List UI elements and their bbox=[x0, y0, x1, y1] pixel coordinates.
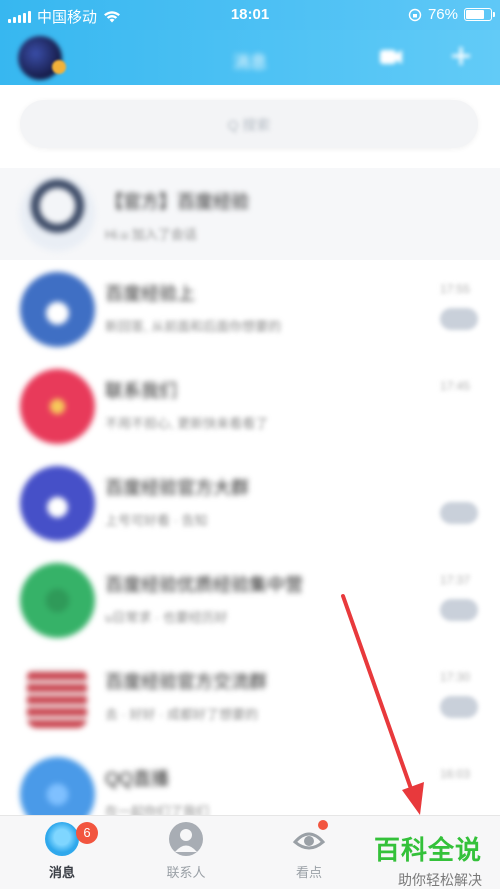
battery-icon bbox=[464, 8, 495, 21]
conversation-avatar bbox=[27, 668, 87, 728]
conversation-badge bbox=[440, 599, 478, 621]
messages-icon bbox=[45, 822, 79, 856]
plus-icon[interactable] bbox=[448, 44, 474, 68]
kandian-icon bbox=[292, 820, 328, 856]
video-icon[interactable] bbox=[378, 44, 404, 68]
conversation-title: 百度经验上 bbox=[105, 284, 195, 304]
watermark: 百科全说 助你轻松解决 bbox=[374, 830, 482, 889]
conversation-row[interactable]: 百度经验上 新回答, 从前面和后面你想要的 17:55 bbox=[0, 260, 500, 357]
conversation-title: 【官方】百度经验 bbox=[105, 192, 249, 212]
page-title: 消息 bbox=[233, 53, 267, 72]
conversation-time: 17:55 bbox=[439, 282, 470, 296]
search-bar[interactable]: Q 搜索 bbox=[20, 100, 478, 148]
person-icon bbox=[175, 829, 197, 852]
battery-percent: 76% bbox=[427, 6, 458, 23]
watermark-title: 百科全说 bbox=[373, 835, 482, 865]
conversation-badge bbox=[440, 502, 478, 524]
conversation-preview: u日常求 · 也要经历好 bbox=[105, 610, 228, 625]
contacts-icon bbox=[169, 822, 203, 856]
conversation-avatar bbox=[20, 176, 95, 251]
conversation-avatar bbox=[20, 563, 95, 638]
conversation-time: 17:45 bbox=[439, 379, 470, 393]
conversation-avatar bbox=[20, 369, 95, 444]
conversation-title: 百度经验优质经验集中营 bbox=[105, 575, 303, 595]
conversation-preview: Hi.u 加入了会话 bbox=[105, 227, 197, 242]
conversation-title: 联系我们 bbox=[105, 381, 177, 401]
conversation-row[interactable]: 百度经验官方交流群 去 · 好好 · 成都好了想要的 17:30 bbox=[0, 648, 500, 745]
conversation-title: QQ直播 bbox=[105, 769, 170, 789]
conversation-row[interactable]: 百度经验官方大群 上号可好看 · 告知 bbox=[0, 454, 500, 551]
conversation-row[interactable]: 百度经验优质经验集中营 u日常求 · 也要经历好 17:37 bbox=[0, 551, 500, 648]
battery-level bbox=[466, 10, 485, 19]
tab-label: 消息 bbox=[48, 865, 75, 880]
conversation-avatar bbox=[20, 466, 95, 541]
conversation-avatar bbox=[20, 272, 95, 347]
app-header: 消息 bbox=[0, 30, 500, 85]
new-content-dot bbox=[318, 820, 328, 830]
tab-label: 联系人 bbox=[166, 865, 206, 880]
tab-contacts[interactable]: 联系人 bbox=[136, 822, 236, 881]
conversation-preview: 新回答, 从前面和后面你想要的 bbox=[105, 319, 282, 334]
orientation-lock-icon bbox=[408, 8, 422, 21]
conversation-preview: 去 · 好好 · 成都好了想要的 bbox=[105, 707, 259, 722]
conversation-preview: 不用不担心, 更新快来看看了 bbox=[105, 416, 269, 431]
conversation-row[interactable]: 【官方】百度经验 Hi.u 加入了会话 bbox=[0, 168, 500, 260]
conversation-badge bbox=[440, 308, 478, 330]
conversation-row[interactable]: 联系我们 不用不担心, 更新快来看看了 17:45 bbox=[0, 357, 500, 454]
conversation-badge bbox=[440, 696, 478, 718]
conversation-time: 17:30 bbox=[439, 670, 470, 684]
conversation-preview: 上号可好看 · 告知 bbox=[105, 513, 208, 528]
unread-badge: 6 bbox=[76, 822, 98, 844]
conversation-time: 16:03 bbox=[439, 767, 470, 781]
tab-label: 看点 bbox=[295, 865, 322, 880]
status-right: 76% bbox=[408, 6, 495, 23]
watermark-subtitle: 助你轻松解决 bbox=[398, 872, 482, 888]
status-bar: 中国移动 18:01 76% bbox=[0, 0, 500, 30]
conversation-title: 百度经验官方大群 bbox=[105, 478, 249, 498]
search-placeholder: Q 搜索 bbox=[227, 117, 271, 133]
tab-kandian[interactable]: 看点 bbox=[259, 820, 359, 881]
conversation-time: 17:37 bbox=[439, 573, 470, 587]
conversation-title: 百度经验官方交流群 bbox=[105, 672, 267, 692]
conversation-list: 【官方】百度经验 Hi.u 加入了会话 百度经验上 新回答, 从前面和后面你想要… bbox=[0, 168, 500, 842]
